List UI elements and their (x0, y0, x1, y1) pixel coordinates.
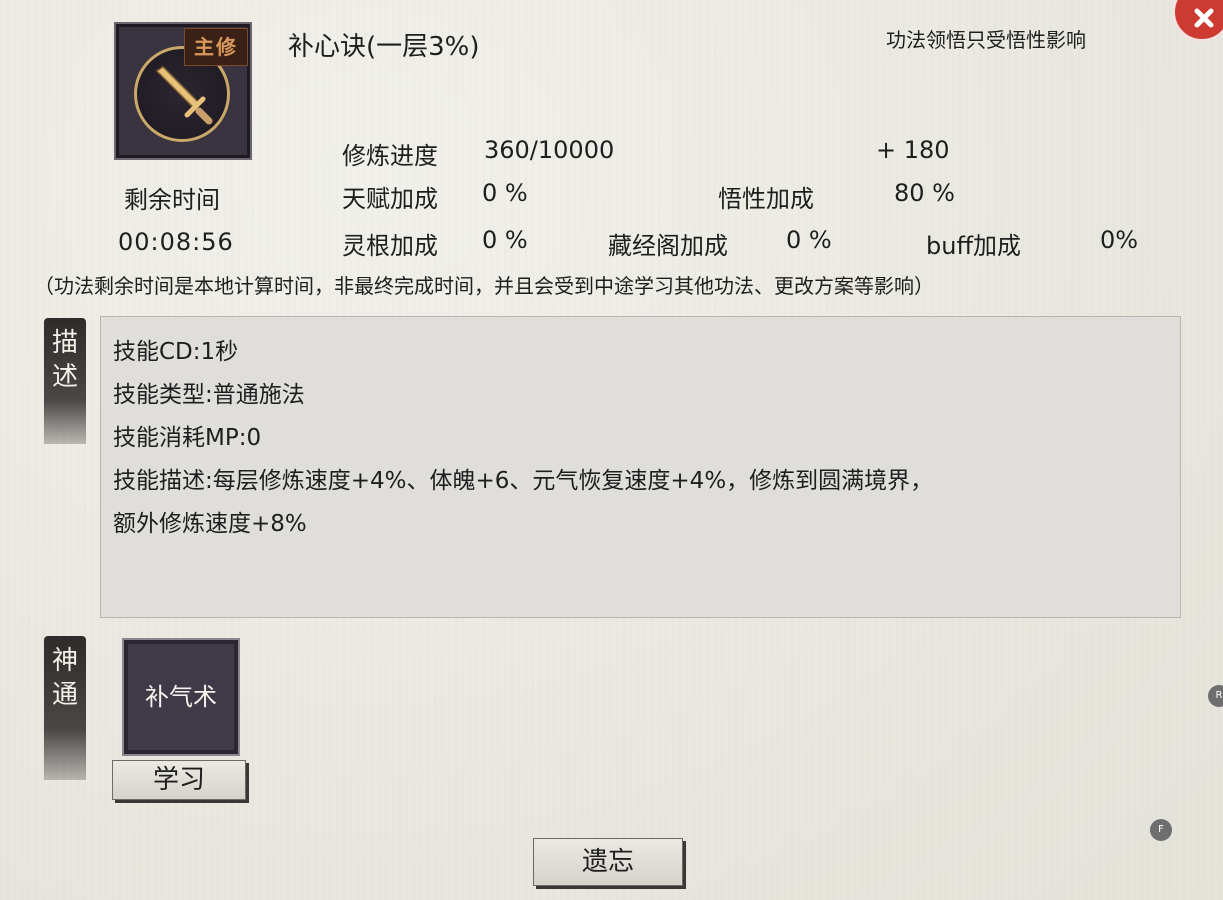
comprehension-bonus-label: 悟性加成 (718, 185, 814, 213)
remaining-time-label: 剩余时间 (124, 186, 220, 214)
learn-button[interactable]: 学习 (112, 760, 246, 800)
skill-effect-line-1: 技能描述:每层修炼速度+4%、体魄+6、元气恢复速度+4%，修炼到圆满境界， (113, 468, 934, 494)
shentong-tab: 神通 (44, 636, 86, 780)
main-cultivation-badge: 主修 (184, 28, 248, 66)
buff-bonus-value: 0% (1100, 226, 1139, 254)
progress-gain: + 180 (876, 136, 950, 164)
skill-icon-frame: 主修 (114, 22, 252, 160)
side-r-icon[interactable]: R (1208, 685, 1223, 707)
comprehension-bonus-value: 80 % (894, 179, 955, 207)
talent-bonus-value: 0 % (482, 179, 528, 207)
skill-title: 补心诀(一层3%) (288, 32, 480, 62)
skill-type-line: 技能类型:普通施法 (113, 382, 305, 408)
remaining-time-value: 00:08:56 (118, 228, 234, 256)
forget-button[interactable]: 遗忘 (533, 838, 683, 886)
close-icon (1194, 8, 1214, 28)
talent-bonus-label: 天赋加成 (342, 185, 438, 213)
comprehension-note: 功法领悟只受悟性影响 (886, 28, 1086, 52)
skill-mp-line: 技能消耗MP:0 (113, 425, 262, 451)
library-bonus-label: 藏经阁加成 (608, 232, 728, 260)
buff-bonus-label: buff加成 (926, 232, 1021, 260)
shentong-skill-card[interactable]: 补气术 (122, 638, 240, 756)
library-bonus-value: 0 % (786, 226, 832, 254)
spirit-root-bonus-value: 0 % (482, 226, 528, 254)
description-box: 技能CD:1秒 技能类型:普通施法 技能消耗MP:0 技能描述:每层修炼速度+4… (100, 316, 1181, 618)
close-button[interactable] (1172, 0, 1223, 42)
skill-effect-line-2: 额外修炼速度+8% (113, 511, 307, 537)
side-f-icon[interactable]: F (1150, 819, 1172, 841)
skill-cd-line: 技能CD:1秒 (113, 339, 239, 365)
progress-label: 修炼进度 (342, 142, 438, 170)
description-tab-label: 描述 (52, 328, 79, 392)
spirit-root-bonus-label: 灵根加成 (342, 232, 438, 260)
description-tab: 描述 (44, 318, 86, 444)
shentong-tab-label: 神通 (52, 646, 79, 710)
progress-value: 360/10000 (484, 136, 615, 164)
remaining-time-disclaimer: （功法剩余时间是本地计算时间，非最终完成时间，并且会受到中途学习其他功法、更改方… (34, 274, 934, 298)
